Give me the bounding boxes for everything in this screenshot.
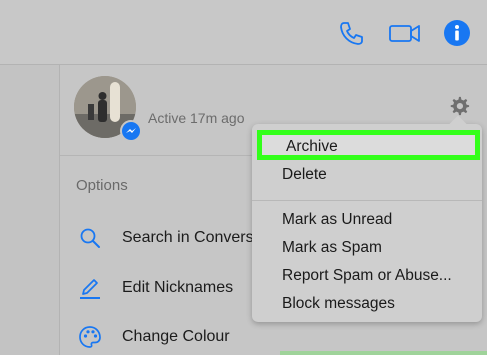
options-heading: Options (76, 177, 128, 194)
menu-item-label: Report Spam or Abuse... (282, 267, 452, 284)
menu-item-label: Archive (286, 138, 338, 155)
option-label: Change Colour (122, 328, 230, 345)
search-icon (78, 226, 102, 250)
menu-item-label: Mark as Spam (282, 239, 382, 256)
video-camera-icon[interactable] (388, 18, 422, 48)
change-colour-option[interactable]: Change Colour (60, 321, 260, 353)
divider (60, 155, 260, 156)
phone-icon[interactable] (336, 18, 366, 48)
search-in-conversation-option[interactable]: Search in Convers (60, 222, 260, 254)
option-label: Edit Nicknames (122, 279, 234, 296)
conversation-header (0, 0, 487, 65)
conversation-list-edge (0, 65, 60, 355)
mark-as-unread-menu-item[interactable]: Mark as Unread (252, 208, 482, 234)
palette-icon (78, 325, 102, 349)
active-status: Active 17m ago (148, 110, 245, 126)
delete-menu-item[interactable]: Delete (252, 163, 482, 189)
menu-item-label: Mark as Unread (282, 211, 393, 228)
message-bubble-edge (280, 351, 487, 355)
menu-divider (252, 200, 482, 201)
menu-item-label: Block messages (282, 295, 395, 312)
gear-icon[interactable] (448, 95, 470, 117)
pencil-icon (78, 276, 102, 300)
option-label: Search in Convers (122, 229, 254, 246)
edit-nicknames-option[interactable]: Edit Nicknames (60, 272, 260, 304)
messenger-icon (120, 120, 142, 142)
menu-item-label: Delete (282, 166, 327, 183)
block-messages-menu-item[interactable]: Block messages (252, 292, 482, 318)
report-spam-menu-item[interactable]: Report Spam or Abuse... (252, 264, 482, 290)
conversation-actions-menu: Archive Delete Mark as Unread Mark as Sp… (252, 115, 482, 322)
archive-menu-item[interactable]: Archive (257, 130, 480, 160)
info-icon[interactable] (443, 19, 471, 47)
mark-as-spam-menu-item[interactable]: Mark as Spam (252, 236, 482, 262)
